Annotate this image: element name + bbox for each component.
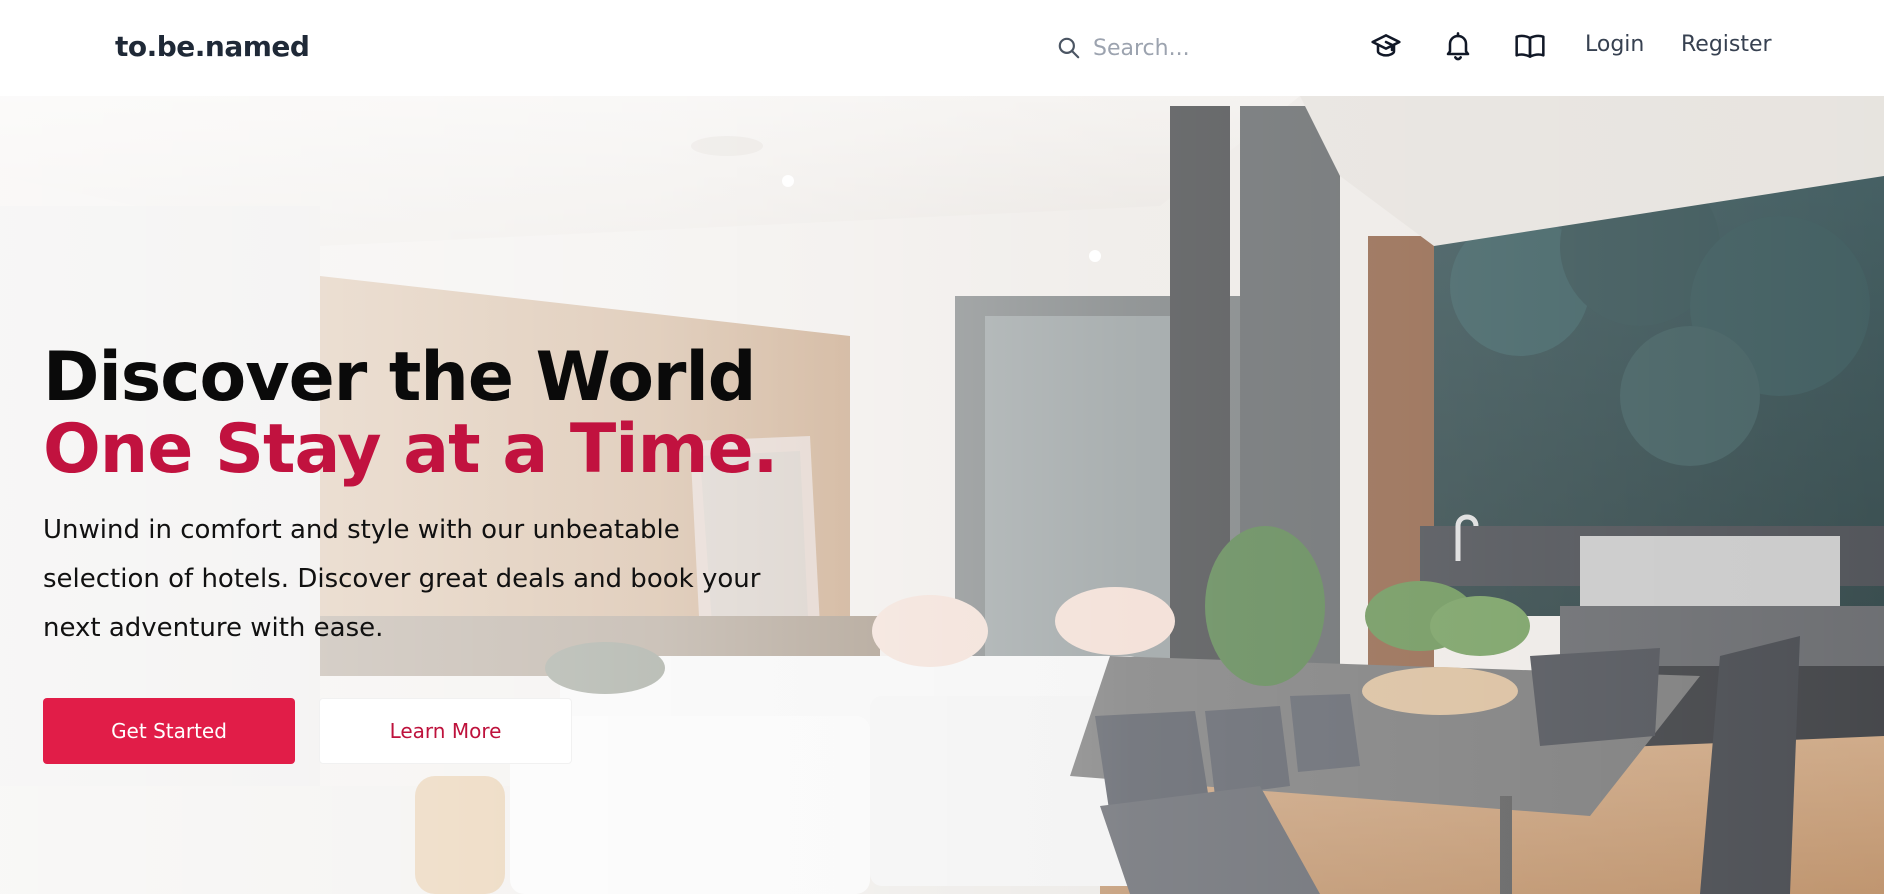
register-link[interactable]: Register xyxy=(1681,32,1772,57)
hero-headline-line2: One Stay at a Time. xyxy=(43,410,778,489)
hero-headline: Discover the World One Stay at a Time. xyxy=(43,338,778,489)
learn-more-button[interactable]: Learn More xyxy=(319,698,572,764)
brand-logo[interactable]: to.be.named xyxy=(115,30,310,63)
get-started-button[interactable]: Get Started xyxy=(43,698,295,764)
graduation-cap-icon[interactable] xyxy=(1368,28,1404,64)
book-open-icon[interactable] xyxy=(1512,28,1548,64)
search-input[interactable] xyxy=(1093,35,1293,61)
hero-headline-line1: Discover the World xyxy=(43,338,756,417)
hero-overlay xyxy=(0,96,1884,894)
search-bar[interactable] xyxy=(1055,28,1305,68)
hero-description: Unwind in comfort and style with our unb… xyxy=(43,515,761,643)
bell-icon[interactable] xyxy=(1440,28,1476,64)
top-navbar: to.be.named Login Register xyxy=(0,0,1884,96)
login-link[interactable]: Login xyxy=(1585,32,1644,57)
search-icon xyxy=(1055,34,1083,62)
hero-section: Discover the World One Stay at a Time. U… xyxy=(0,96,1884,894)
